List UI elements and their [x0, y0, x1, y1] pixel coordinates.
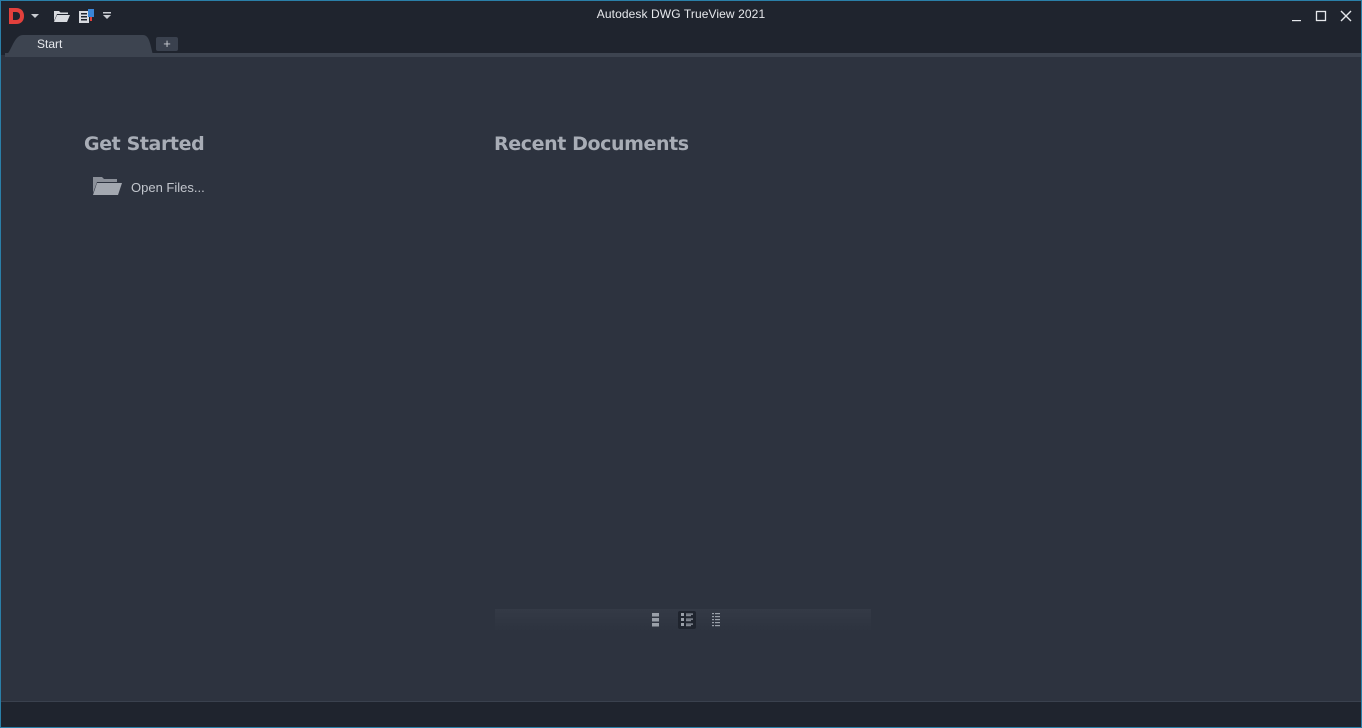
title-bar: D Autodesk DWG TrueView 2021: [1, 1, 1361, 31]
get-started-heading: Get Started: [84, 133, 205, 155]
tab-start[interactable]: Start: [5, 33, 153, 55]
close-icon[interactable]: [1334, 5, 1358, 27]
window-title: Autodesk DWG TrueView 2021: [596, 7, 766, 21]
open-files-link[interactable]: Open Files...: [91, 175, 205, 199]
status-bar: [1, 701, 1361, 727]
recent-documents-heading: Recent Documents: [494, 133, 689, 155]
app-window: D Autodesk DWG TrueView 2021 Start + Get…: [0, 0, 1362, 728]
recent-view-toolbar: [495, 609, 871, 631]
new-tab-button[interactable]: +: [156, 37, 178, 51]
start-page: Get Started Open Files... Recent Documen…: [5, 57, 1361, 701]
large-icons-view-icon[interactable]: [647, 611, 665, 629]
document-tab-bar: Start +: [1, 31, 1361, 55]
maximize-icon[interactable]: [1309, 5, 1333, 27]
open-files-label: Open Files...: [131, 179, 205, 195]
tab-start-label: Start: [37, 37, 63, 51]
folder-icon: [91, 174, 123, 201]
small-icons-view-icon[interactable]: [678, 611, 696, 629]
minimize-icon[interactable]: [1285, 5, 1309, 27]
list-view-icon[interactable]: [707, 611, 725, 629]
